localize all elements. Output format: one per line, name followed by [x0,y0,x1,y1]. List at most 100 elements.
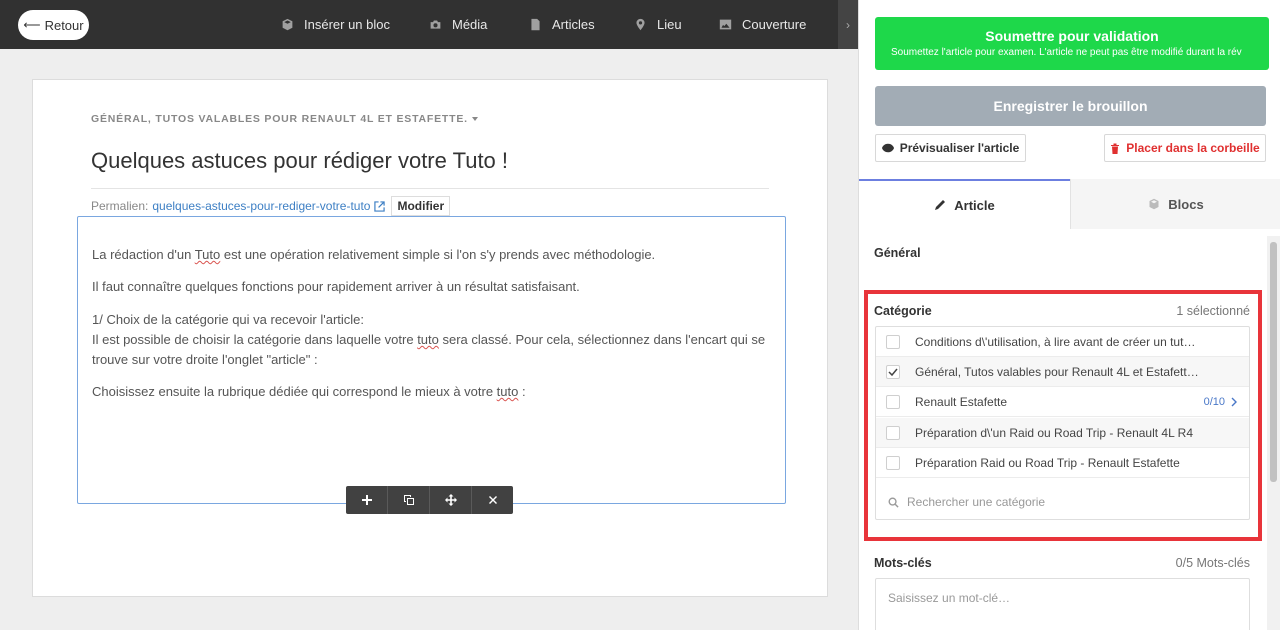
category-item-label: Général, Tutos valables pour Renault 4L … [915,364,1199,379]
breadcrumb-text: GÉNÉRAL, TUTOS VALABLES POUR RENAULT 4L … [91,113,468,125]
category-item[interactable]: Renault Estafette 0/10 [876,387,1249,417]
keyword-input-placeholder: Saisissez un mot-clé… [888,591,1011,605]
eye-icon [881,143,894,153]
editor-toolbar: ⟵ Retour Insérer un bloc Média Articles … [0,0,858,49]
permalink-link[interactable]: quelques-astuces-pour-rediger-votre-tuto [152,199,370,213]
tab-blocks[interactable]: Blocs [1070,179,1280,229]
camera-icon [430,20,441,29]
article-title[interactable]: Quelques astuces pour rédiger votre Tuto… [91,148,508,174]
misspelled-word: Tuto [194,247,221,262]
category-selected-count: 1 sélectionné [1176,304,1250,318]
checkmark-icon [888,368,898,377]
toolbar-item-label: Lieu [657,17,682,32]
move-block-button[interactable] [430,486,472,514]
close-icon [488,496,497,504]
toolbar-media[interactable]: Média [429,0,487,49]
map-pin-icon [636,18,645,31]
duplicate-block-button[interactable] [388,486,430,514]
category-checkbox[interactable] [886,395,900,409]
plus-icon [361,495,372,505]
paragraph-text: 1/ Choix de la catégorie qui va recevoir… [92,312,365,327]
category-header: Catégorie 1 sélectionné [874,304,1250,318]
permalink-row: Permalien: quelques-astuces-pour-rediger… [91,196,451,216]
paragraph: Choisissez ensuite la rubrique dédiée qu… [92,382,772,402]
cube-icon [1149,198,1159,210]
misspelled-word: tuto [496,384,519,399]
image-icon [719,19,732,30]
category-item-label: Préparation Raid ou Road Trip - Renault … [915,455,1180,470]
toolbar-item-label: Média [452,17,488,32]
add-block-button[interactable] [346,486,388,514]
paragraph-text: Il est possible de choisir la catégorie … [92,332,418,347]
keyword-input[interactable]: Saisissez un mot-clé… [875,578,1250,630]
toolbar-location[interactable]: Lieu [634,0,682,49]
block-toolbar [346,486,513,514]
category-item[interactable]: Conditions d\'utilisation, à lire avant … [876,327,1249,357]
caret-down-icon [471,117,478,121]
move-icon [444,494,457,506]
back-button-label: Retour [44,17,84,33]
category-item-label: Préparation d\'un Raid ou Road Trip - Re… [915,425,1194,440]
save-draft-button[interactable]: Enregistrer le brouillon [875,86,1266,126]
paragraph-text: Choisissez ensuite la rubrique dédiée qu… [92,384,497,399]
permalink-label: Permalien: [91,199,149,213]
arrow-left-icon: ⟵ [23,18,41,32]
paragraph-text: La rédaction d'un [92,247,195,262]
modify-permalink-button[interactable]: Modifier [391,196,451,216]
panel-scrollbar[interactable] [1267,236,1280,630]
document-icon [531,18,540,31]
toolbar-insert-block[interactable]: Insérer un bloc [281,0,390,49]
subcategory-count[interactable]: 0/10 [1204,396,1237,408]
category-search[interactable]: Rechercher une catégorie [876,485,1249,519]
category-item[interactable]: Préparation Raid ou Road Trip - Renault … [876,448,1249,478]
subcategory-count-text: 0/10 [1203,395,1225,408]
cube-icon [282,18,293,31]
preview-article-button[interactable]: Prévisualiser l'article [875,134,1026,162]
keywords-count: 0/5 Mots-clés [1175,556,1250,570]
search-icon [888,497,899,508]
text-block-editor[interactable]: La rédaction d'un Tuto est une opération… [77,216,786,504]
toolbar-cover[interactable]: Couverture [719,0,806,49]
general-section-title: Général [874,246,921,260]
submit-description: Soumettez l'article pour examen. L'artic… [891,47,1242,58]
tab-label: Blocs [1168,196,1204,212]
move-to-trash-button[interactable]: Placer dans la corbeille [1104,134,1266,162]
tab-article[interactable]: Article [859,179,1070,229]
delete-block-button[interactable] [472,486,513,514]
category-label: Catégorie [874,304,932,318]
trash-label: Placer dans la corbeille [1126,141,1260,155]
paragraph: Il faut connaître quelques fonctions pou… [92,279,580,294]
paragraph: La rédaction d'un Tuto est une opération… [92,245,772,265]
category-item[interactable]: Préparation d\'un Raid ou Road Trip - Re… [876,418,1249,448]
trash-icon [1111,143,1120,154]
toolbar-item-label: Insérer un bloc [304,17,390,32]
category-checkbox[interactable] [886,365,900,379]
keywords-header: Mots-clés 0/5 Mots-clés [874,556,1250,570]
preview-label: Prévisualiser l'article [899,141,1020,155]
category-checkbox[interactable] [886,335,900,349]
category-checkbox[interactable] [886,426,900,440]
category-breadcrumb[interactable]: GÉNÉRAL, TUTOS VALABLES POUR RENAULT 4L … [91,113,478,125]
duplicate-icon [403,495,414,505]
category-item-label: Renault Estafette [915,394,1008,409]
toolbar-item-label: Articles [552,17,595,32]
paragraph-text: est une opération relativement simple si… [220,247,656,262]
back-button[interactable]: ⟵ Retour [18,10,89,40]
pencil-icon [935,200,946,210]
article-editor-card: GÉNÉRAL, TUTOS VALABLES POUR RENAULT 4L … [32,79,828,597]
misspelled-word: tuto [417,332,439,347]
submit-for-review-button[interactable]: Soumettre pour validation Soumettez l'ar… [875,17,1269,70]
external-link-icon[interactable] [374,200,386,212]
toolbar-scroll-right[interactable]: › [838,0,858,49]
paragraph-text: : [518,384,526,399]
category-list: Conditions d\'utilisation, à lire avant … [875,326,1250,520]
scrollbar-thumb[interactable] [1270,242,1277,482]
chevron-right-icon [1231,397,1237,406]
chevron-right-icon: › [846,17,850,32]
toolbar-articles[interactable]: Articles [529,0,595,49]
panel-tabs: Article Blocs [859,179,1280,229]
category-search-placeholder: Rechercher une catégorie [907,495,1046,509]
category-item[interactable]: Général, Tutos valables pour Renault 4L … [876,357,1249,387]
toolbar-item-label: Couverture [742,17,807,32]
category-checkbox[interactable] [886,456,900,470]
